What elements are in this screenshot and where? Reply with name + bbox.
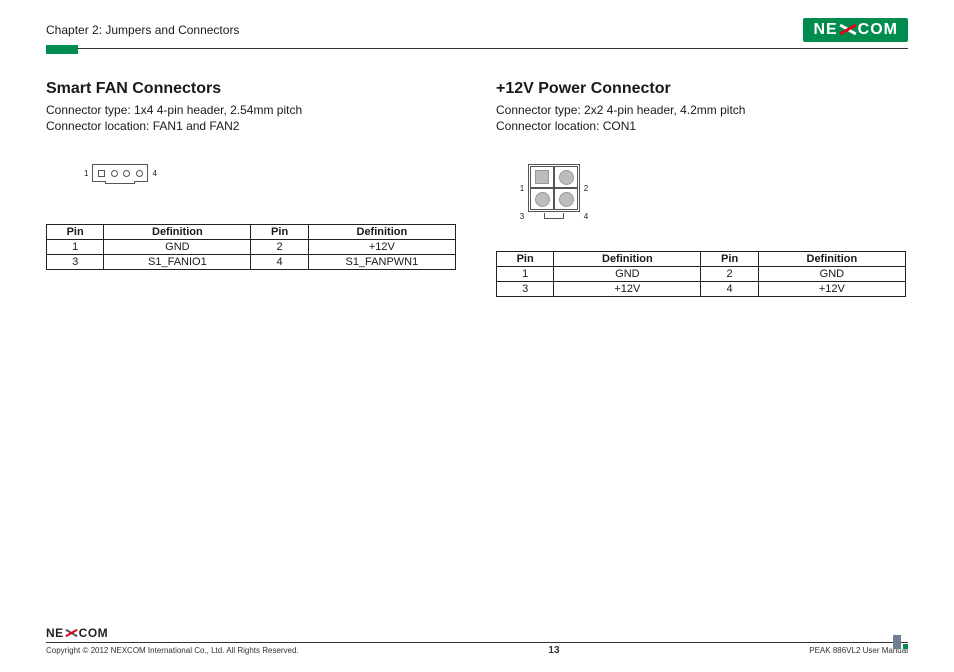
- copyright-text: Copyright © 2012 NEXCOM International Co…: [46, 646, 299, 655]
- power-cell: 4: [701, 282, 758, 297]
- table-row: 1 GND 2 GND: [497, 267, 906, 282]
- fan-connector-diagram: 1 4: [84, 164, 456, 182]
- power-connector-diagram: 1 2 3 4: [516, 164, 906, 221]
- fan-pin1-label: 1: [84, 169, 88, 178]
- footer-nexcom-logo: NE COM: [46, 626, 908, 640]
- header-rule: [46, 48, 908, 49]
- power-pin-table: Pin Definition Pin Definition 1 GND 2 GN…: [496, 251, 906, 297]
- section-12v-power: +12V Power Connector Connector type: 2x2…: [496, 80, 906, 297]
- power-cell: +12V: [554, 282, 701, 297]
- power-cell: GND: [758, 267, 905, 282]
- fan-th-pin-b: Pin: [251, 225, 308, 240]
- fan-th-def-b: Definition: [308, 225, 455, 240]
- fan-cell: 1: [47, 240, 104, 255]
- logo-ne: NE: [813, 21, 837, 39]
- power-pin2-label: 2: [580, 184, 592, 193]
- logo-com: COM: [858, 21, 898, 39]
- fan-cell: S1_FANPWN1: [308, 255, 455, 270]
- table-row: 3 S1_FANIO1 4 S1_FANPWN1: [47, 255, 456, 270]
- power-pin4-label: 4: [580, 212, 592, 221]
- power-cell: 1: [497, 267, 554, 282]
- power-th-pin-b: Pin: [701, 252, 758, 267]
- chapter-title: Chapter 2: Jumpers and Connectors: [46, 23, 239, 37]
- footer-accent-icon: [893, 635, 908, 649]
- fan-cell: 4: [251, 255, 308, 270]
- power-cell-icon: [530, 166, 554, 188]
- table-row: 3 +12V 4 +12V: [497, 282, 906, 297]
- logo-x-icon: [839, 23, 857, 37]
- footer-logo-com: COM: [79, 626, 109, 640]
- fan-connector-type: Connector type: 1x4 4-pin header, 2.54mm…: [46, 102, 456, 118]
- footer-logo-ne: NE: [46, 626, 64, 640]
- section-title-fan: Smart FAN Connectors: [46, 80, 456, 98]
- fan-cell: +12V: [308, 240, 455, 255]
- table-row: 1 GND 2 +12V: [47, 240, 456, 255]
- fan-th-def-a: Definition: [104, 225, 251, 240]
- power-th-def-a: Definition: [554, 252, 701, 267]
- fan-body-icon: [92, 164, 148, 182]
- power-cell: +12V: [758, 282, 905, 297]
- fan-pin4-label: 4: [152, 169, 156, 178]
- footer-logo-x-icon: [65, 628, 78, 638]
- power-cell-icon: [554, 166, 578, 188]
- power-connector-type: Connector type: 2x2 4-pin header, 4.2mm …: [496, 102, 906, 118]
- power-cell-icon: [530, 188, 554, 210]
- power-cell-icon: [554, 188, 578, 210]
- accent-bar: [46, 45, 78, 54]
- power-cell: 2: [701, 267, 758, 282]
- section-title-power: +12V Power Connector: [496, 80, 906, 98]
- fan-cell: 3: [47, 255, 104, 270]
- fan-th-pin-a: Pin: [47, 225, 104, 240]
- fan-connector-location: Connector location: FAN1 and FAN2: [46, 118, 456, 134]
- fan-cell: S1_FANIO1: [104, 255, 251, 270]
- power-pin3-label: 3: [516, 212, 528, 221]
- section-smart-fan: Smart FAN Connectors Connector type: 1x4…: [46, 80, 456, 297]
- nexcom-logo: NE COM: [803, 18, 908, 42]
- power-th-def-b: Definition: [758, 252, 905, 267]
- power-cell: GND: [554, 267, 701, 282]
- power-th-pin-a: Pin: [497, 252, 554, 267]
- page-number: 13: [548, 645, 559, 656]
- fan-cell: GND: [104, 240, 251, 255]
- power-notch-icon: [544, 213, 564, 219]
- fan-cell: 2: [251, 240, 308, 255]
- power-cell: 3: [497, 282, 554, 297]
- power-connector-location: Connector location: CON1: [496, 118, 906, 134]
- power-pin1-label: 1: [516, 184, 528, 193]
- footer-rule: [46, 642, 908, 643]
- fan-pin-table: Pin Definition Pin Definition 1 GND 2 +1…: [46, 224, 456, 270]
